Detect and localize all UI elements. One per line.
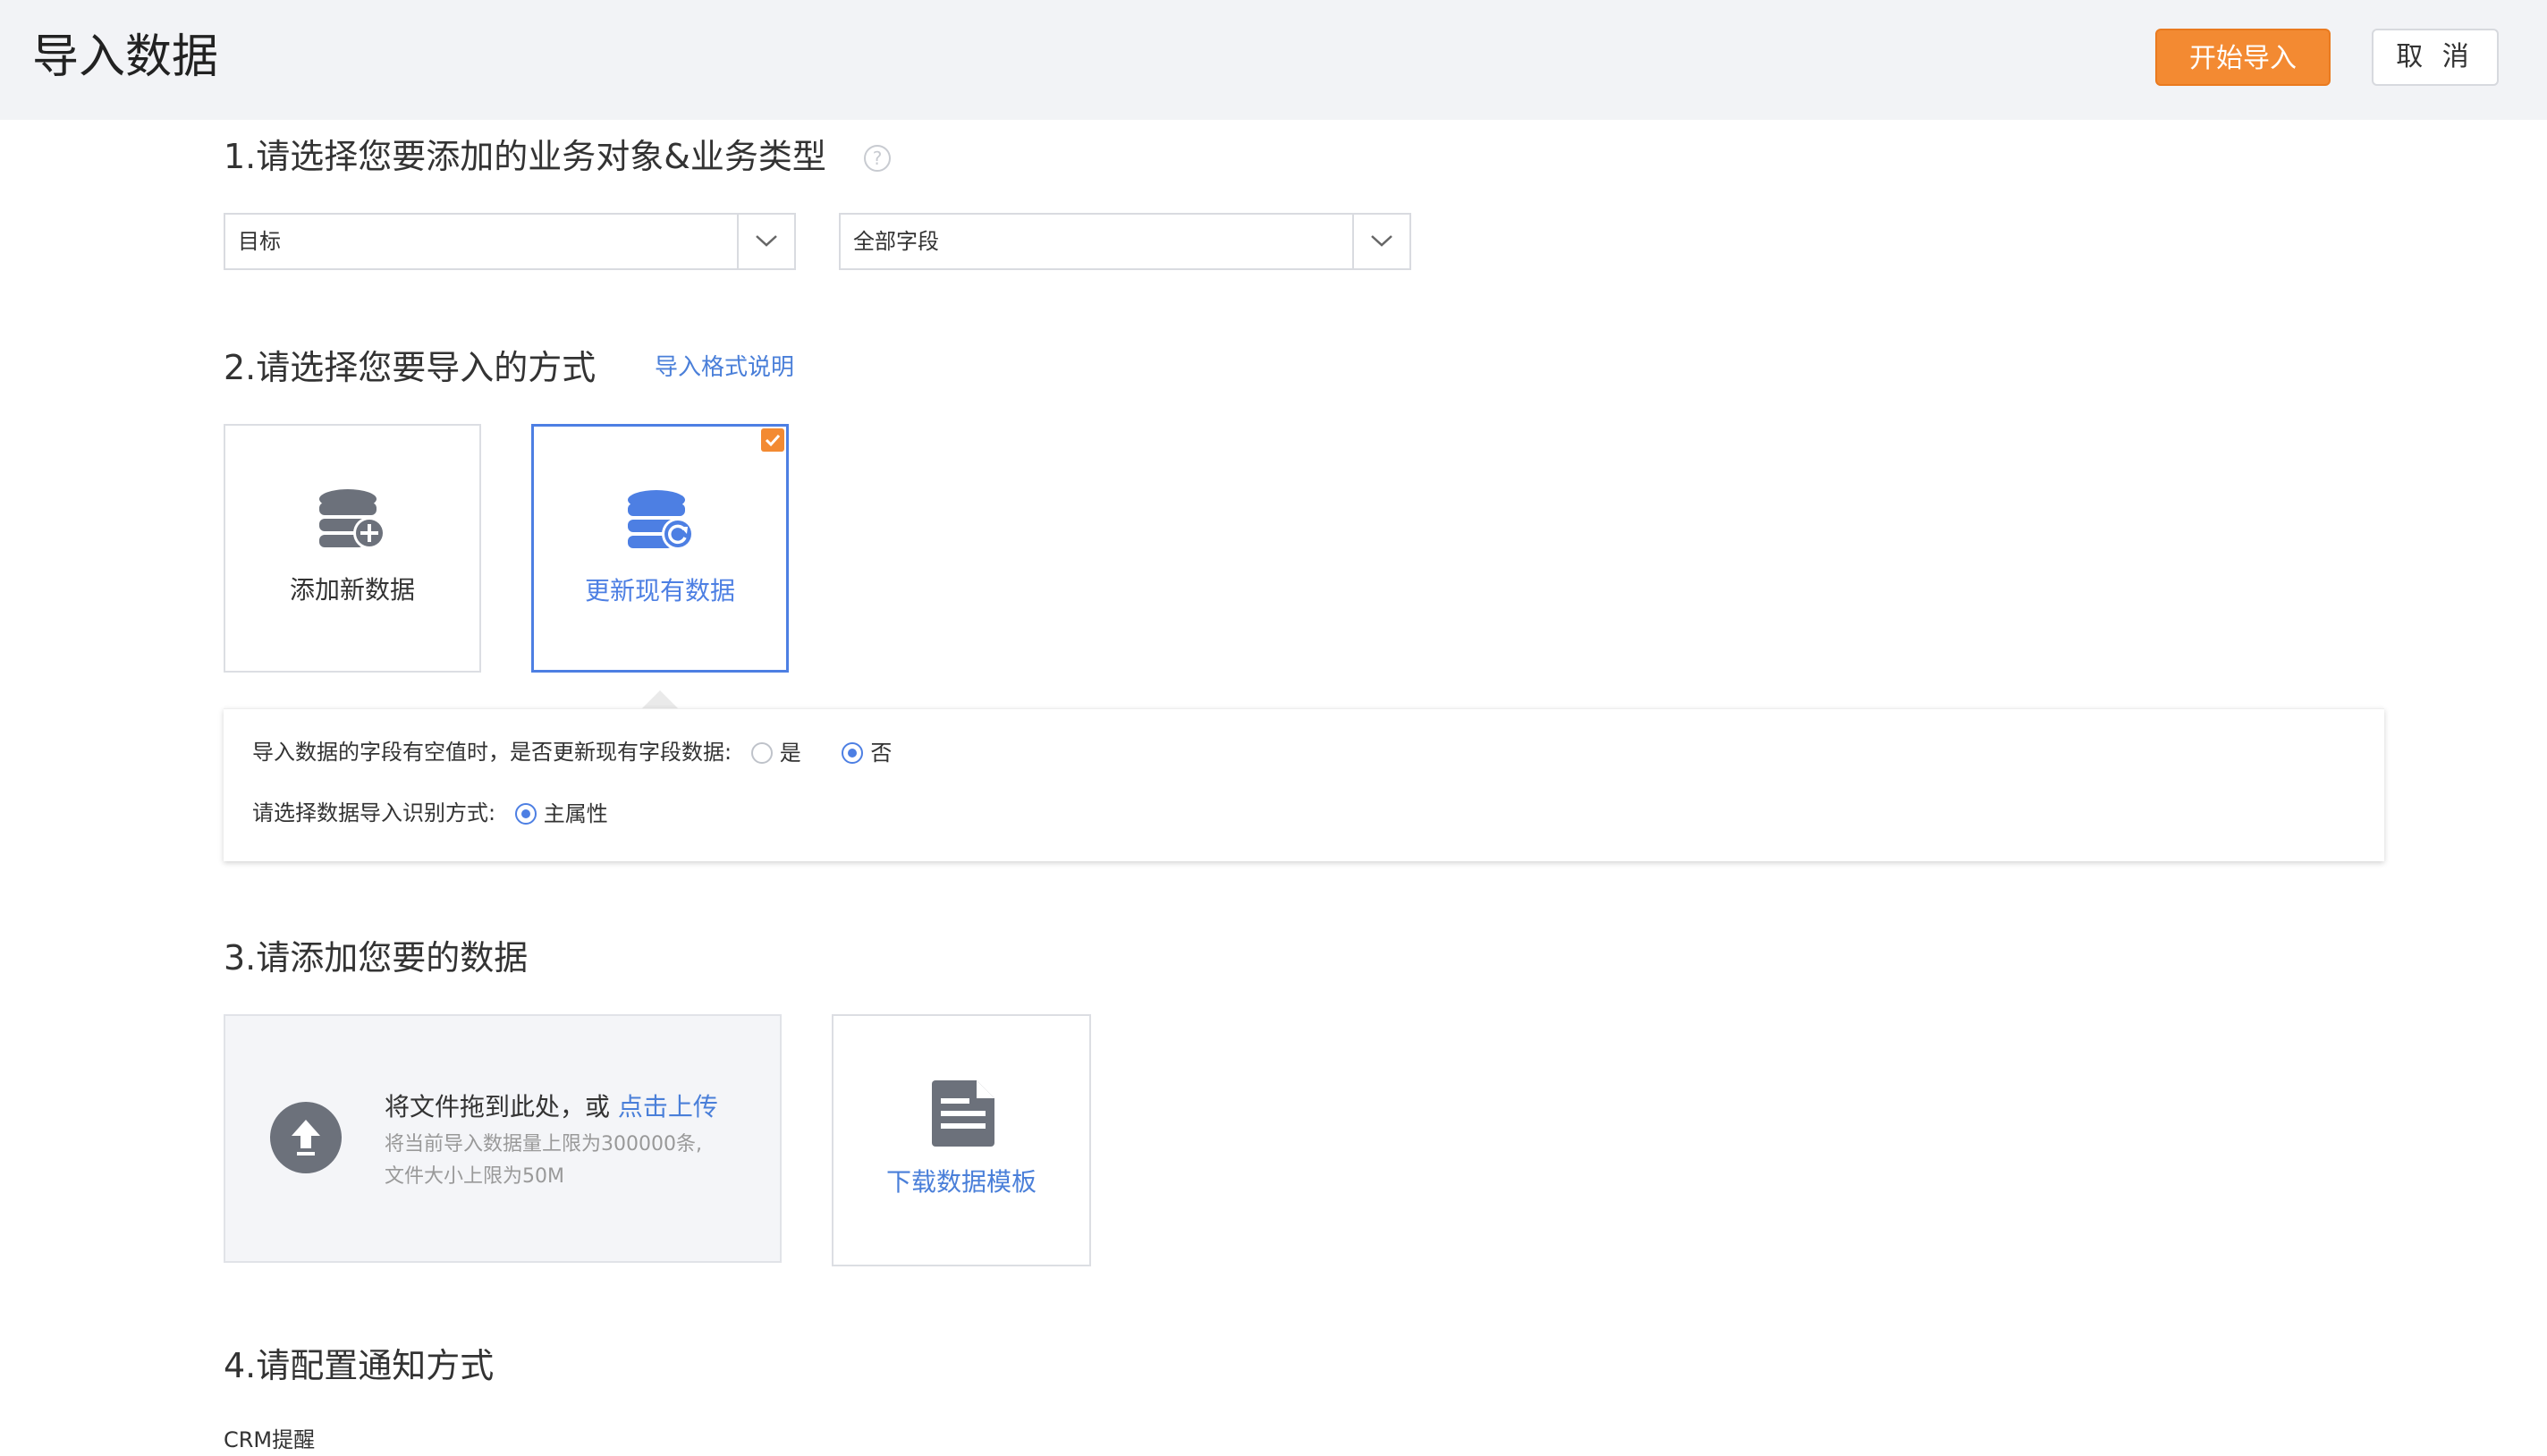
identify-question: 请选择数据导入识别方式: <box>252 800 496 825</box>
radio-no-label: 否 <box>870 741 893 766</box>
radio-no[interactable]: 否 <box>842 740 893 766</box>
object-select[interactable]: 目标 <box>224 213 796 270</box>
section4-title: 4.请配置通知方式 <box>224 1346 495 1385</box>
upload-limit-text: 将当前导入数据量上限为300000条, 文件大小上限为50M <box>385 1129 760 1193</box>
database-refresh-icon <box>628 489 696 555</box>
section3-title: 3.请添加您要的数据 <box>224 938 529 978</box>
check-icon <box>761 428 784 452</box>
crm-reminder-label: CRM提醒 <box>224 1427 316 1452</box>
upload-text: 将文件拖到此处，或 点击上传 <box>385 1088 718 1123</box>
import-options-panel: 导入数据的字段有空值时，是否更新现有字段数据: 是 否 请选择数据导入识别方式:… <box>224 708 2384 861</box>
radio-yes-circle[interactable] <box>750 742 773 764</box>
radio-yes-label: 是 <box>779 741 801 766</box>
upload-instruction: 将文件拖到此处，或 <box>385 1092 611 1122</box>
update-existing-data-label: 更新现有数据 <box>584 576 735 605</box>
cancel-button[interactable]: 取 消 <box>2372 29 2499 86</box>
download-template-card[interactable]: 下载数据模板 <box>832 1014 1091 1266</box>
chevron-down-icon[interactable] <box>1352 215 1409 268</box>
add-new-data-card[interactable]: 添加新数据 <box>224 424 481 673</box>
chevron-down-icon[interactable] <box>737 215 794 268</box>
section2-title: 2.请选择您要导入的方式 <box>224 348 597 387</box>
page-header: 导入数据 开始导入 取 消 <box>0 0 2547 120</box>
document-icon <box>932 1080 994 1150</box>
type-select[interactable]: 全部字段 <box>839 213 1411 270</box>
radio-primary-attribute-label: 主属性 <box>543 801 608 826</box>
upload-limit-line1: 将当前导入数据量上限为300000条, <box>385 1133 702 1155</box>
upload-limit-line2: 文件大小上限为50M <box>385 1165 564 1188</box>
empty-field-option-row: 导入数据的字段有空值时，是否更新现有字段数据: 是 否 <box>252 738 892 767</box>
radio-primary-attribute[interactable]: 主属性 <box>514 800 608 826</box>
radio-yes[interactable]: 是 <box>750 740 808 766</box>
section1-title: 1.请选择您要添加的业务对象&业务类型 <box>224 137 826 176</box>
import-format-link[interactable]: 导入格式说明 <box>655 352 794 383</box>
click-upload-link[interactable]: 点击上传 <box>618 1092 718 1122</box>
type-select-value: 全部字段 <box>853 229 939 254</box>
update-existing-data-card[interactable]: 更新现有数据 <box>531 424 789 673</box>
question-circle-icon[interactable]: ? <box>864 145 891 172</box>
radio-primary-attribute-circle[interactable] <box>514 803 537 825</box>
radio-no-circle[interactable] <box>842 742 864 764</box>
download-template-label: 下载数据模板 <box>885 1167 1037 1197</box>
object-select-value: 目标 <box>238 229 281 254</box>
add-new-data-label: 添加新数据 <box>289 575 415 605</box>
identify-option-row: 请选择数据导入识别方式: 主属性 <box>252 799 608 828</box>
start-import-button[interactable]: 开始导入 <box>2155 29 2331 86</box>
upload-dropzone[interactable]: 将文件拖到此处，或 点击上传 将当前导入数据量上限为300000条, 文件大小上… <box>224 1014 782 1263</box>
empty-field-question: 导入数据的字段有空值时，是否更新现有字段数据: <box>252 740 732 765</box>
database-add-icon <box>319 488 387 554</box>
panel-caret <box>640 690 680 710</box>
upload-icon <box>270 1102 342 1173</box>
page-title: 导入数据 <box>32 30 219 84</box>
